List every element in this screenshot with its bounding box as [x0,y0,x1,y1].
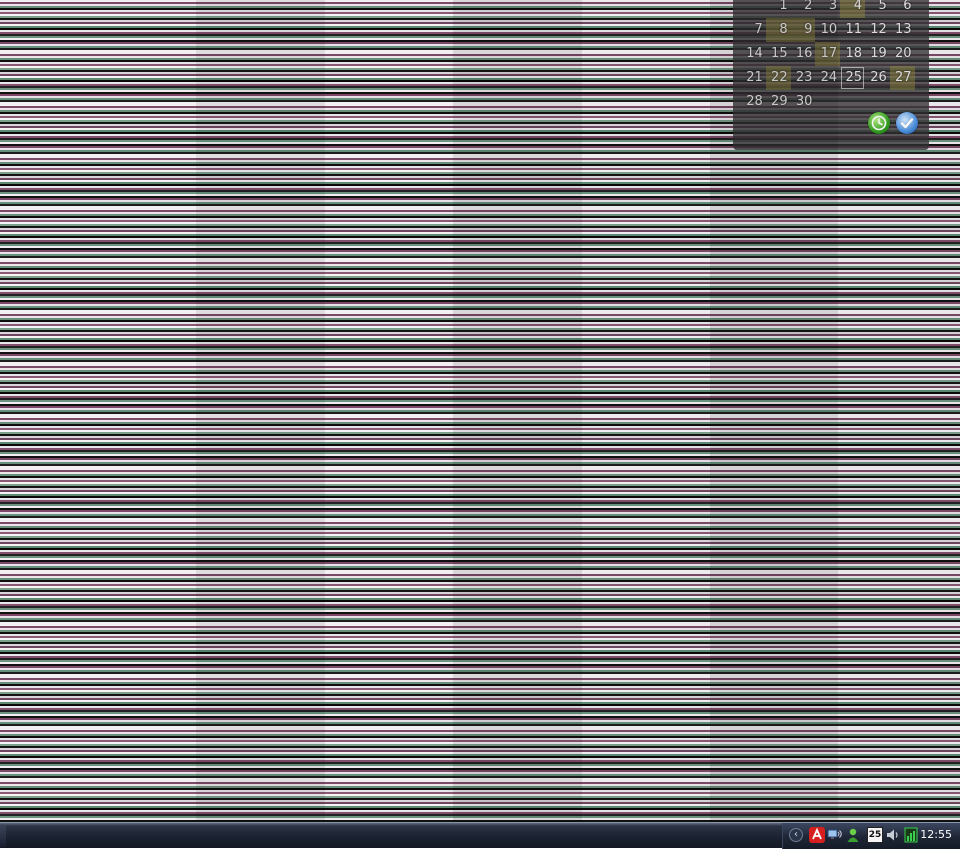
calendar-day-5[interactable]: 5 [865,0,890,18]
calendar-day-27[interactable]: 27 [889,66,915,90]
calendar-day-16[interactable]: 16 [791,42,816,66]
calendar-day-4[interactable]: 4 [840,0,865,18]
calendar-day-15[interactable]: 15 [766,42,791,66]
calendar-day-30[interactable]: 30 [791,90,816,114]
calendar-grid: 1 2 3 4 5 6 7 8 9 10 11 12 13 14 15 16 17 18 19 20 21 22 23 24 2… [741,0,915,114]
calendar-day-13[interactable]: 13 [890,18,915,42]
volume-icon[interactable] [885,827,901,843]
calendar-day-12[interactable]: 12 [865,18,890,42]
calendar-day-17[interactable]: 17 [815,42,841,66]
calendar-day-1[interactable]: 1 [766,0,791,18]
start-button-edge[interactable] [0,825,6,847]
monitor-icon[interactable] [903,827,919,843]
calendar-day-22[interactable]: 22 [765,66,791,90]
calendar-empty-cell [865,90,890,114]
taskbar: ‹ 25 12:55 [0,822,960,849]
antivirus-icon[interactable] [809,827,825,843]
desktop-wallpaper[interactable]: 1 2 3 4 5 6 7 8 9 10 11 12 13 14 15 16 17 18 19 20 21 22 23 24 2… [0,0,960,822]
calendar-day-8[interactable]: 8 [765,18,791,42]
calendar-day-10[interactable]: 10 [815,18,840,42]
calendar-icon[interactable]: 25 [867,827,883,843]
calendar-day-26[interactable]: 26 [865,66,890,90]
calendar-day-24[interactable]: 24 [815,66,840,90]
clock-button[interactable] [868,112,890,134]
network-icon[interactable] [827,827,843,843]
calendar-day-25[interactable]: 25 [840,66,865,90]
calendar-day-2[interactable]: 2 [791,0,816,18]
calendar-day-7[interactable]: 7 [741,18,766,42]
calendar-day-3[interactable]: 3 [815,0,840,18]
calendar-day-18[interactable]: 18 [840,42,865,66]
checkmark-icon [900,118,914,129]
system-clock[interactable]: 12:55 [920,828,952,841]
calendar-day-9[interactable]: 9 [790,18,816,42]
calendar-day-23[interactable]: 23 [791,66,816,90]
calendar-day-19[interactable]: 19 [865,42,890,66]
calendar-day-28[interactable]: 28 [741,90,766,114]
calendar-empty-cell [890,90,915,114]
calendar-day-20[interactable]: 20 [890,42,915,66]
calendar-empty-cell [741,0,766,18]
calendar-gadget[interactable]: 1 2 3 4 5 6 7 8 9 10 11 12 13 14 15 16 17 18 19 20 21 22 23 24 2… [733,0,929,150]
clock-icon [871,115,887,131]
calendar-day-29[interactable]: 29 [766,90,791,114]
calendar-day-11[interactable]: 11 [840,18,865,42]
show-hidden-icons-button[interactable]: ‹ [789,828,803,842]
system-tray: ‹ 25 12:55 [782,823,960,849]
calendar-day-6[interactable]: 6 [890,0,915,18]
calendar-day-14[interactable]: 14 [741,42,766,66]
calendar-day-21[interactable]: 21 [741,66,766,90]
calendar-empty-cell [840,90,865,114]
user-icon[interactable] [845,827,861,843]
tasks-button[interactable] [896,112,918,134]
calendar-empty-cell [815,90,840,114]
